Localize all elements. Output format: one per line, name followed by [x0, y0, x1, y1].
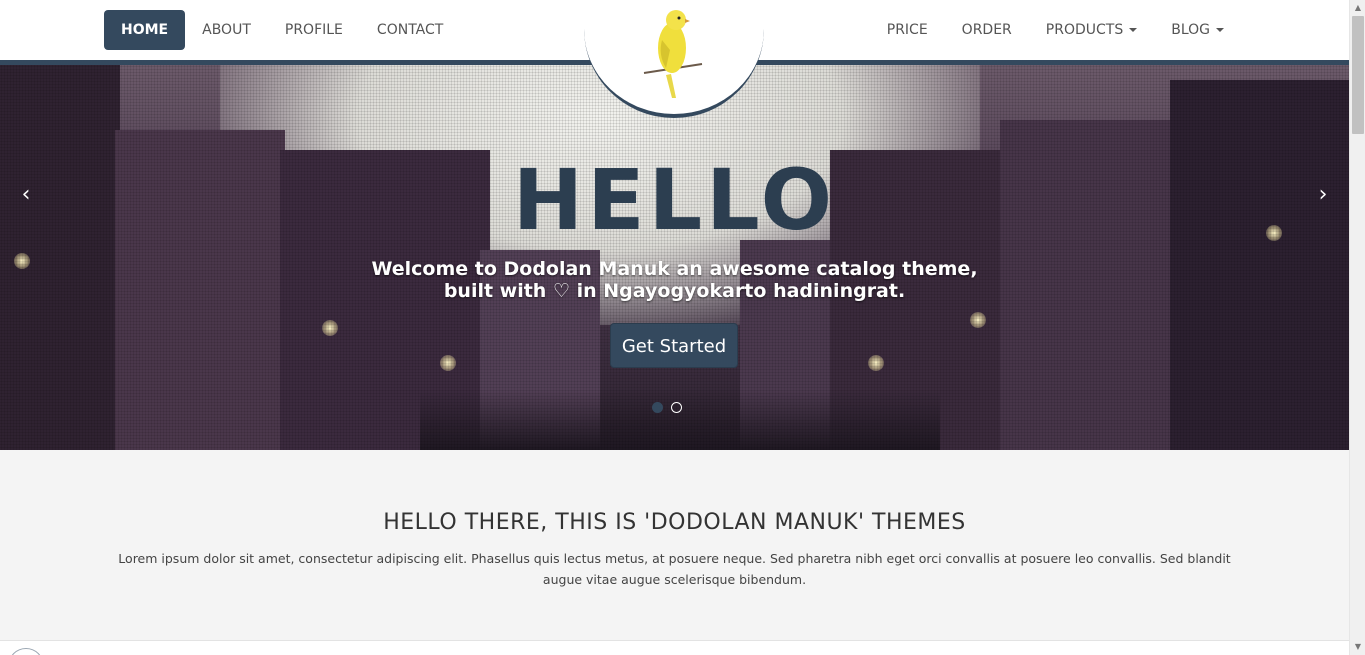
nav-home[interactable]: HOME	[104, 10, 186, 50]
section-heading: HELLO THERE, THIS IS 'DODOLAN MANUK' THE…	[383, 510, 966, 535]
nav-blog-dropdown[interactable]: BLOG	[1154, 10, 1241, 50]
nav-contact[interactable]: CONTACT	[360, 10, 460, 50]
hero-subtitle-line1: Welcome to Dodolan Manuk an awesome cata…	[371, 258, 978, 280]
hero-subtitle-line2: built with ♡ in Ngayogyokarto hadiningra…	[0, 280, 1349, 302]
nav-about[interactable]: ABOUT	[185, 10, 268, 50]
carousel-indicator-2[interactable]	[671, 402, 682, 413]
nav-blog-label: BLOG	[1171, 22, 1210, 38]
carousel-indicators	[652, 402, 682, 413]
page-scrollbar[interactable]: ▲ ▼	[1349, 0, 1365, 655]
scroll-down-icon[interactable]: ▼	[1350, 639, 1365, 655]
hero-subtitle-line2-end: in Ngayogyokarto hadiningrat.	[570, 280, 906, 302]
carousel-indicator-1[interactable]	[652, 402, 663, 413]
hero-carousel: ‹ › HELLO Welcome to Dodolan Manuk an aw…	[0, 60, 1349, 450]
nav-price[interactable]: PRICE	[870, 10, 945, 50]
nav-products-label: PRODUCTS	[1045, 22, 1124, 38]
nav-left: HOME ABOUT PROFILE CONTACT	[104, 10, 460, 50]
get-started-button[interactable]: Get Started	[610, 323, 738, 368]
scroll-up-icon[interactable]: ▲	[1350, 0, 1365, 16]
nav-products-dropdown[interactable]: PRODUCTS	[1029, 10, 1154, 50]
nav-order[interactable]: ORDER	[945, 10, 1029, 50]
intro-section: HELLO THERE, THIS IS 'DODOLAN MANUK' THE…	[0, 450, 1349, 640]
caret-down-icon	[1129, 28, 1138, 32]
scrollbar-thumb[interactable]	[1352, 16, 1364, 134]
caret-down-icon	[1216, 28, 1224, 32]
next-section-edge	[0, 640, 1349, 655]
heart-icon: ♡	[552, 280, 570, 302]
hero-subtitle-line2-start: built with	[443, 280, 553, 302]
hero-subtitle: Welcome to Dodolan Manuk an awesome cata…	[0, 258, 1349, 302]
hero-title: HELLO	[512, 151, 837, 249]
nav-right: PRICE ORDER PRODUCTS BLOG	[870, 10, 1241, 50]
nav-profile[interactable]: PROFILE	[268, 10, 360, 50]
section-text: Lorem ipsum dolor sit amet, consectetur …	[118, 551, 1231, 587]
